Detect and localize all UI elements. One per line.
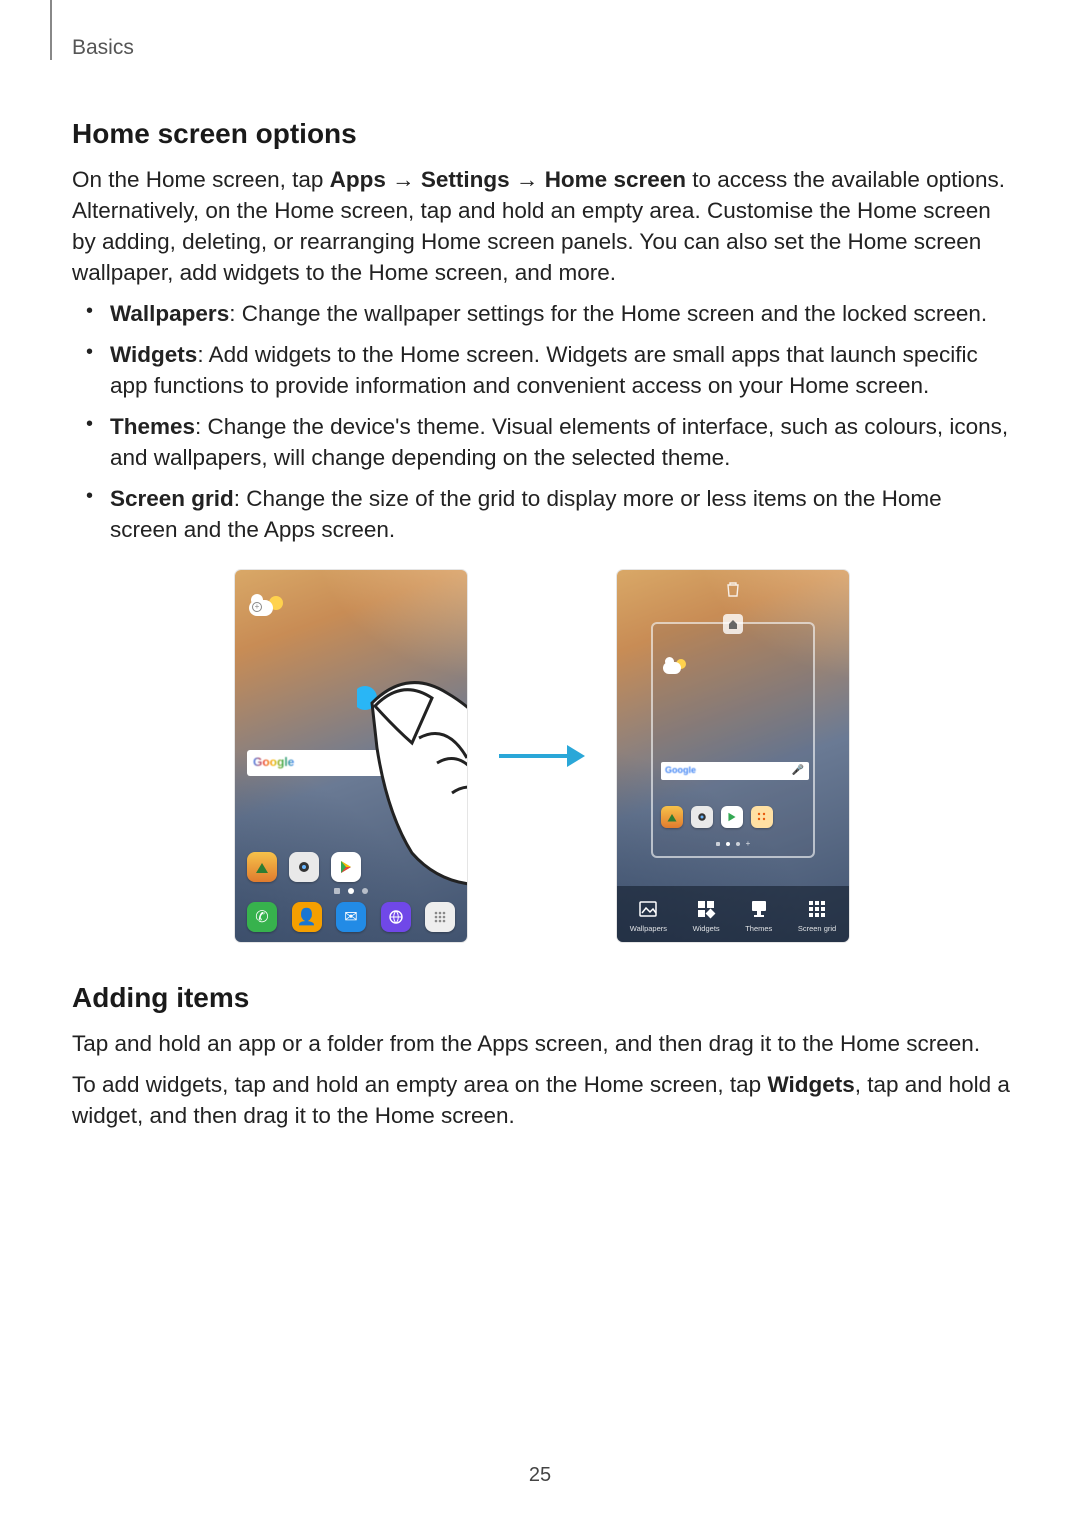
phone-icon: ✆ (247, 902, 277, 932)
themes-button: Themes (745, 899, 772, 933)
themes-icon (749, 899, 769, 922)
heading-adding-items: Adding items (72, 982, 1012, 1014)
messages-icon: ✉ (336, 902, 366, 932)
favorites-tray: ✆ 👤 ✉ (247, 902, 455, 932)
page-indicators (235, 888, 467, 894)
adding-items-p1: Tap and hold an app or a folder from the… (72, 1028, 1012, 1059)
text: On the Home screen, tap (72, 167, 330, 192)
text: To add widgets, tap and hold an empty ar… (72, 1072, 767, 1097)
contacts-icon: 👤 (292, 902, 322, 932)
mic-icon: 🎤 (792, 765, 804, 776)
desc: : Change the wallpaper settings for the … (229, 301, 987, 326)
google-search-bar: Google (247, 750, 455, 776)
arrow: → (510, 167, 545, 192)
heading-home-screen-options: Home screen options (72, 118, 1012, 150)
play-store-icon (721, 806, 743, 828)
page-content: Home screen options On the Home screen, … (72, 100, 1012, 1141)
label: Screen grid (798, 924, 836, 933)
label: Themes (745, 924, 772, 933)
bold-home-screen: Home screen (545, 167, 686, 192)
apps-drawer-icon (425, 902, 455, 932)
header-section-label: Basics (72, 36, 134, 60)
weather-widget-icon (663, 662, 686, 674)
figure-phone-before: + Google ✆ 👤 ✉ (235, 570, 467, 942)
term: Screen grid (110, 486, 234, 511)
bold-apps: Apps (330, 167, 386, 192)
wallpapers-button: Wallpapers (630, 899, 667, 933)
dock-row (661, 806, 773, 828)
image-icon (638, 899, 658, 922)
term: Widgets (110, 342, 197, 367)
trash-icon (724, 580, 742, 603)
desc: : Change the device's theme. Visual elem… (110, 414, 1008, 470)
weather-widget-icon: + (249, 600, 283, 616)
google-logo: Google (665, 765, 696, 775)
widgets-icon (696, 899, 716, 922)
grid-icon (807, 899, 827, 922)
home-panel-preview: Google 🎤 + (651, 622, 815, 858)
screen-grid-button: Screen grid (798, 899, 836, 933)
header-divider (50, 0, 52, 60)
dock-row (247, 852, 361, 882)
term: Wallpapers (110, 301, 229, 326)
arrow: → (386, 167, 421, 192)
bold-settings: Settings (421, 167, 510, 192)
figure-row: + Google ✆ 👤 ✉ (72, 570, 1012, 942)
google-search-bar: Google 🎤 (661, 762, 809, 780)
term: Themes (110, 414, 195, 439)
home-indicator-icon (723, 614, 743, 634)
label: Widgets (693, 924, 720, 933)
page-indicators: + (653, 842, 813, 846)
arrow-icon (497, 741, 587, 771)
gallery-icon (661, 806, 683, 828)
bullet-list: Wallpapers: Change the wallpaper setting… (72, 298, 1012, 545)
internet-icon (381, 902, 411, 932)
figure-phone-after: Google 🎤 + Wallpapers (617, 570, 849, 942)
play-store-icon (331, 852, 361, 882)
desc: : Change the size of the grid to display… (110, 486, 942, 542)
camera-icon (289, 852, 319, 882)
gallery-icon (247, 852, 277, 882)
intro-paragraph: On the Home screen, tap Apps → Settings … (72, 164, 1012, 288)
camera-icon (691, 806, 713, 828)
list-item: Screen grid: Change the size of the grid… (72, 483, 1012, 545)
desc: : Add widgets to the Home screen. Widget… (110, 342, 978, 398)
list-item: Wallpapers: Change the wallpaper setting… (72, 298, 1012, 329)
label: Wallpapers (630, 924, 667, 933)
bold-widgets: Widgets (767, 1072, 854, 1097)
adding-items-p2: To add widgets, tap and hold an empty ar… (72, 1069, 1012, 1131)
list-item: Themes: Change the device's theme. Visua… (72, 411, 1012, 473)
page-number: 25 (0, 1464, 1080, 1487)
google-logo: Google (253, 755, 294, 769)
list-item: Widgets: Add widgets to the Home screen.… (72, 339, 1012, 401)
apps-folder-icon (751, 806, 773, 828)
widgets-button: Widgets (693, 899, 720, 933)
home-options-bottombar: Wallpapers Widgets Themes Screen grid (617, 886, 849, 942)
